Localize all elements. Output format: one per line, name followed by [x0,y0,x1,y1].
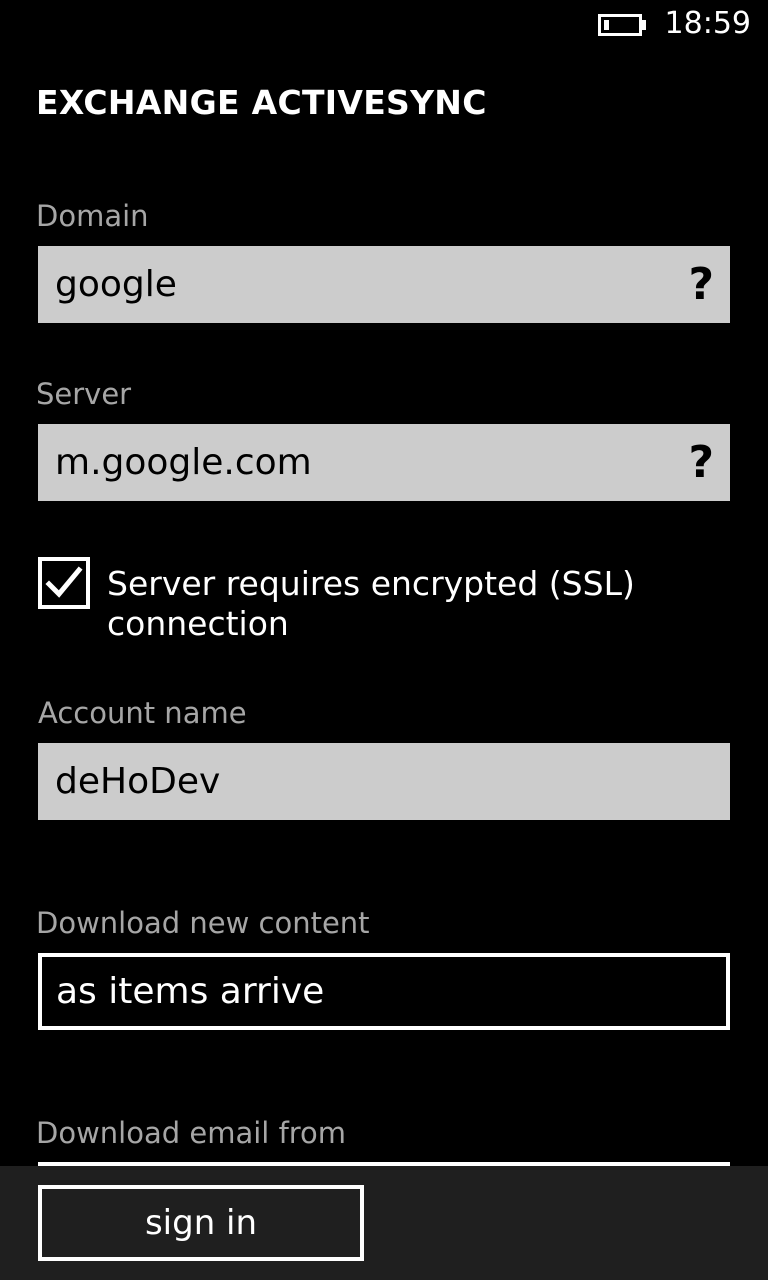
status-bar: 18:59 [0,0,768,50]
status-time: 18:59 [664,6,751,41]
download-email-from-label: Download email from [36,1116,347,1150]
download-new-content-picker[interactable]: as items arrive [38,953,730,1030]
server-field[interactable]: m.google.com ? [38,424,730,501]
page-title: EXCHANGE ACTIVESYNC [36,83,487,122]
battery-icon [598,14,646,36]
account-name-field[interactable]: deHoDev [38,743,730,820]
exchange-activesync-screen: 18:59 EXCHANGE ACTIVESYNC Domain google … [0,0,768,1280]
account-name-value: deHoDev [55,761,221,802]
domain-label: Domain [36,199,149,233]
domain-field[interactable]: google ? [38,246,730,323]
question-mark-icon[interactable]: ? [688,246,714,323]
ssl-checkbox[interactable] [38,557,90,609]
sign-in-button[interactable]: sign in [38,1185,364,1261]
app-bar: sign in [0,1166,768,1280]
account-name-label: Account name [38,696,247,730]
domain-value: google [55,264,177,305]
question-mark-icon[interactable]: ? [688,424,714,501]
checkmark-icon [45,566,83,598]
ssl-checkbox-label[interactable]: Server requires encrypted (SSL) connecti… [107,564,707,644]
server-value: m.google.com [55,442,312,483]
server-label: Server [36,377,132,411]
download-new-content-label: Download new content [36,906,370,940]
